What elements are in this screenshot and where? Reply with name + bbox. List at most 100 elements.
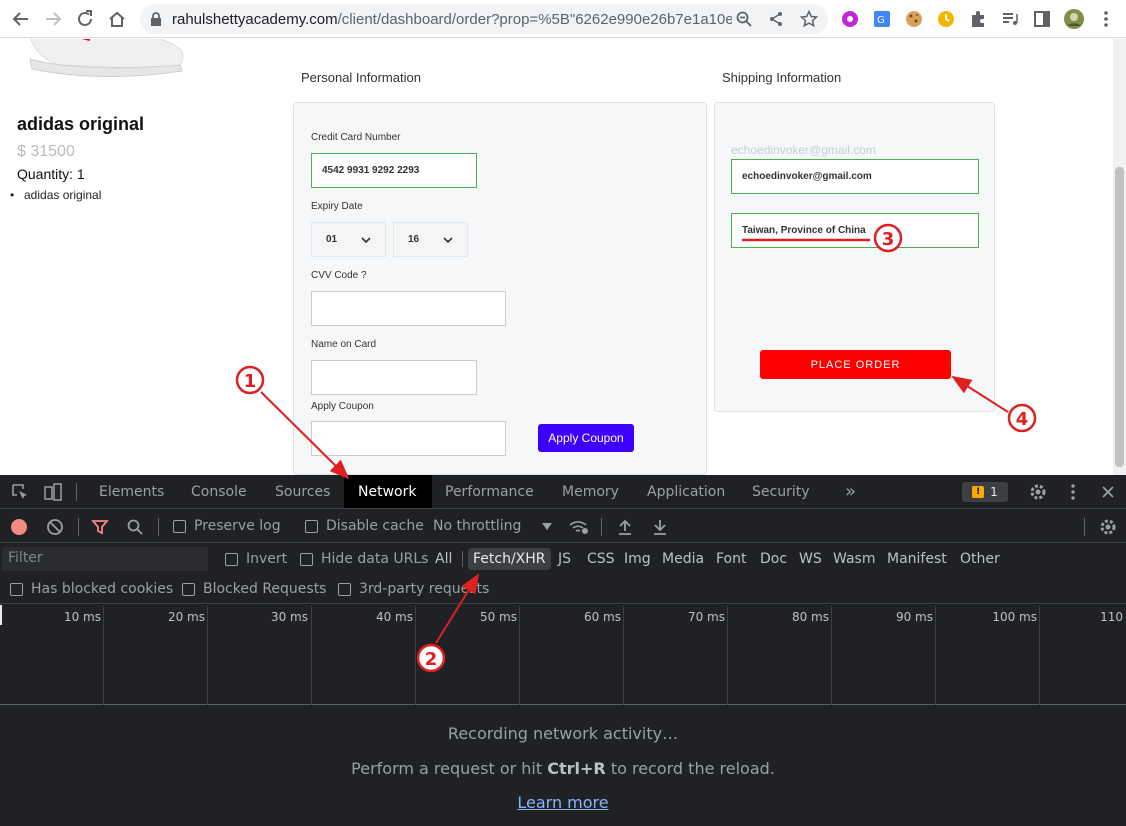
home-icon[interactable]	[105, 7, 129, 31]
record-icon[interactable]	[10, 518, 28, 536]
product-quantity: Quantity: 1	[17, 166, 85, 182]
type-filter-ws[interactable]: WS	[795, 548, 826, 570]
toolbar-divider	[158, 518, 159, 536]
type-filter-css[interactable]: CSS	[583, 548, 619, 570]
product-image	[29, 39, 184, 78]
issues-badge[interactable]: ! 1	[962, 482, 1008, 502]
email-placeholder-text: echoedinvoker@gmail.com	[731, 143, 876, 157]
type-filter-img[interactable]: Img	[620, 548, 655, 570]
hide-data-urls-checkbox[interactable]	[300, 553, 313, 566]
back-arrow-icon[interactable]	[9, 7, 33, 31]
tab-network[interactable]: Network	[344, 475, 432, 508]
browser-menu-icon[interactable]	[1096, 9, 1116, 29]
issues-count: 1	[990, 485, 998, 499]
reload-icon[interactable]	[73, 7, 97, 31]
profile-avatar[interactable]	[1063, 8, 1085, 30]
scrollbar-thumb[interactable]	[1115, 167, 1124, 467]
inspect-element-icon[interactable]	[10, 483, 30, 501]
third-party-requests-label: 3rd-party requests	[359, 581, 490, 597]
preserve-log-checkbox[interactable]	[173, 520, 186, 533]
lock-icon[interactable]	[146, 9, 166, 29]
filter-bar: Filter Invert Hide data URLs All Fetch/X…	[0, 544, 1126, 575]
timeline-gridline	[103, 605, 104, 705]
filter-icon[interactable]	[91, 518, 109, 536]
expiry-year-value: 16	[408, 234, 420, 245]
timer-extension-icon[interactable]	[936, 9, 956, 29]
cookie-icon[interactable]	[904, 9, 924, 29]
extensions-puzzle-icon[interactable]	[968, 9, 988, 29]
devtools-panel: Elements Console Sources Network Perform…	[0, 475, 1126, 826]
tab-elements[interactable]: Elements	[85, 475, 178, 508]
clear-icon[interactable]	[46, 518, 64, 536]
bookmark-star-icon[interactable]	[799, 9, 819, 29]
type-filter-media[interactable]: Media	[658, 548, 708, 570]
more-tabs-button[interactable]: »	[831, 475, 870, 508]
cvv-input[interactable]	[311, 291, 506, 326]
media-queue-icon[interactable]	[1000, 9, 1020, 29]
side-panel-icon[interactable]	[1032, 9, 1052, 29]
settings-gear-icon[interactable]	[1028, 482, 1048, 502]
disable-cache-checkbox[interactable]	[305, 520, 318, 533]
blocked-requests-checkbox[interactable]	[182, 583, 195, 596]
throttling-select[interactable]: No throttling	[433, 518, 521, 534]
page-scrollbar[interactable]	[1113, 39, 1126, 475]
extension-purple-icon[interactable]	[840, 9, 860, 29]
product-price: $ 31500	[17, 143, 75, 160]
timeline-gridline	[623, 605, 624, 705]
timeline-tick-label: 10 ms	[63, 610, 101, 624]
search-icon[interactable]	[126, 518, 144, 536]
card-number-input[interactable]: 4542 9931 9292 2293	[311, 153, 477, 188]
share-icon[interactable]	[766, 9, 786, 29]
expiry-month-select[interactable]: 01	[311, 222, 386, 257]
type-filter-font[interactable]: Font	[712, 548, 750, 570]
learn-more-link[interactable]: Learn more	[517, 793, 608, 812]
tab-console[interactable]: Console	[177, 475, 261, 508]
device-toolbar-icon[interactable]	[43, 483, 63, 501]
tab-memory[interactable]: Memory	[548, 475, 633, 508]
timeline-gridline	[831, 605, 832, 705]
type-filter-doc[interactable]: Doc	[756, 548, 791, 570]
type-filter-fetch-xhr[interactable]: Fetch/XHR	[468, 548, 551, 570]
type-filter-wasm[interactable]: Wasm	[829, 548, 879, 570]
type-filter-js[interactable]: JS	[554, 548, 575, 570]
throttling-dropdown-icon[interactable]	[540, 520, 554, 534]
timeline-tick-label: 50 ms	[479, 610, 517, 624]
invert-checkbox[interactable]	[225, 553, 238, 566]
type-filter-all[interactable]: All	[431, 548, 456, 570]
apply-coupon-button[interactable]: Apply Coupon	[538, 424, 634, 452]
tab-sources[interactable]: Sources	[261, 475, 344, 508]
tab-security[interactable]: Security	[738, 475, 824, 508]
network-conditions-icon[interactable]	[568, 518, 590, 536]
has-blocked-cookies-checkbox[interactable]	[10, 583, 23, 596]
zoom-icon[interactable]	[734, 9, 754, 29]
blocked-filter-bar: Has blocked cookies Blocked Requests 3rd…	[0, 576, 1126, 604]
type-filter-manifest[interactable]: Manifest	[883, 548, 951, 570]
toolbar-divider	[462, 551, 463, 567]
devtools-menu-icon[interactable]	[1066, 482, 1080, 502]
timeline-gridline	[519, 605, 520, 705]
disable-cache-label: Disable cache	[326, 518, 424, 534]
shipping-info-title: Shipping Information	[722, 70, 842, 85]
import-har-icon[interactable]	[616, 518, 634, 536]
network-settings-gear-icon[interactable]	[1098, 518, 1118, 536]
address-bar[interactable]: rahulshettyacademy.com/client/dashboard/…	[140, 4, 828, 34]
email-input[interactable]: echoedinvoker@gmail.com	[731, 159, 979, 194]
expiry-year-select[interactable]: 16	[393, 222, 468, 257]
svg-text:G: G	[877, 15, 885, 26]
third-party-requests-checkbox[interactable]	[338, 583, 351, 596]
type-filter-other[interactable]: Other	[956, 548, 1004, 570]
filter-input[interactable]: Filter	[2, 547, 208, 571]
tab-performance[interactable]: Performance	[431, 475, 548, 508]
close-devtools-icon[interactable]	[1099, 482, 1117, 502]
forward-arrow-icon[interactable]	[41, 7, 65, 31]
country-input[interactable]: Taiwan, Province of China	[731, 213, 979, 248]
network-timeline[interactable]: 10 ms 20 ms 30 ms 40 ms 50 ms 60 ms 70 m…	[0, 605, 1126, 705]
learn-more-row: Learn more	[0, 793, 1126, 812]
devtools-tab-bar: Elements Console Sources Network Perform…	[0, 475, 1126, 509]
export-har-icon[interactable]	[651, 518, 669, 536]
tab-application[interactable]: Application	[633, 475, 739, 508]
place-order-button[interactable]: PLACE ORDER	[760, 350, 951, 379]
coupon-input[interactable]	[311, 421, 506, 456]
name-on-card-input[interactable]	[311, 360, 477, 395]
translate-icon[interactable]: G	[872, 9, 892, 29]
